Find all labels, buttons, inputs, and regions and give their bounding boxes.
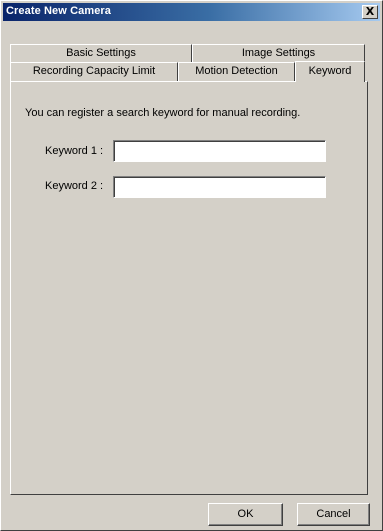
- keyword1-input[interactable]: [113, 140, 326, 162]
- tab-motion-detection[interactable]: Motion Detection: [178, 62, 295, 81]
- keyword-description: You can register a search keyword for ma…: [25, 107, 301, 119]
- tab-label: Image Settings: [241, 47, 316, 59]
- tab-label: Keyword: [308, 65, 352, 77]
- tab-label: Basic Settings: [66, 47, 136, 59]
- keyword1-label: Keyword 1 :: [45, 145, 104, 157]
- tab-label: Recording Capacity Limit: [32, 65, 156, 77]
- keyword2-input[interactable]: [113, 176, 326, 198]
- title-bar[interactable]: Create New Camera X: [3, 3, 380, 21]
- tab-basic-settings[interactable]: Basic Settings: [10, 44, 192, 63]
- close-icon: X: [365, 5, 375, 18]
- window-title: Create New Camera: [6, 5, 112, 17]
- tab-keyword[interactable]: Keyword: [295, 61, 365, 82]
- keyword2-label: Keyword 2 :: [45, 180, 104, 192]
- cancel-button[interactable]: Cancel: [297, 503, 370, 526]
- tab-recording-capacity-limit[interactable]: Recording Capacity Limit: [10, 62, 178, 81]
- tab-label: Motion Detection: [195, 65, 278, 77]
- ok-button[interactable]: OK: [208, 503, 283, 526]
- close-button[interactable]: X: [362, 5, 378, 19]
